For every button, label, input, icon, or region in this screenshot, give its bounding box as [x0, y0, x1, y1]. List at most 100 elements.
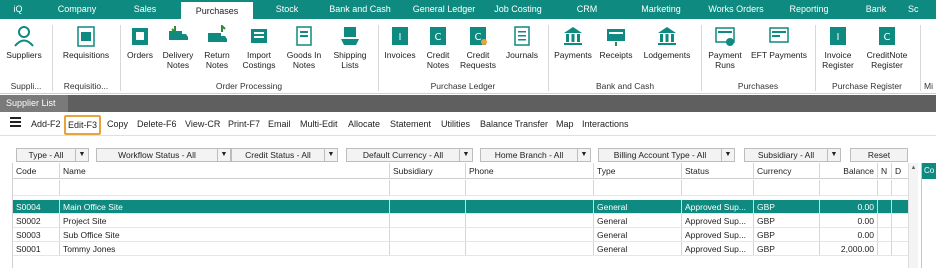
menu-job-costing[interactable]: Job Costing	[486, 0, 550, 19]
column-header-d[interactable]: D	[892, 163, 909, 178]
filter-subsidiary[interactable]: Subsidiary - All ▼	[744, 148, 841, 162]
menu-marketing[interactable]: Marketing	[630, 0, 692, 19]
right-panel-header[interactable]: Co	[922, 163, 936, 179]
credit-requests-button[interactable]: C Credit Requests	[458, 25, 498, 70]
menu-reporting[interactable]: Reporting	[778, 0, 840, 19]
menu-sales[interactable]: Sales	[122, 0, 168, 19]
filter-billing-account-type[interactable]: Billing Account Type - All ▼	[598, 148, 735, 162]
menu-stock[interactable]: Stock	[262, 0, 312, 19]
statement-button[interactable]: Statement	[390, 117, 431, 131]
invoices-button[interactable]: I Invoices	[383, 25, 417, 60]
filter-workflow-status[interactable]: Workflow Status - All ▼	[96, 148, 231, 162]
edit-button[interactable]: Edit-F3	[64, 115, 102, 135]
filter-cell[interactable]	[682, 180, 754, 195]
email-button[interactable]: Email	[268, 117, 291, 131]
cell-flag	[878, 242, 892, 255]
multi-edit-button[interactable]: Multi-Edit	[300, 117, 338, 131]
requisitions-button[interactable]: Requisitions	[58, 25, 114, 60]
chevron-down-icon[interactable]: ▼	[577, 148, 591, 162]
interactions-button[interactable]: Interactions	[582, 117, 629, 131]
shipping-lists-button[interactable]: Shipping Lists	[329, 25, 371, 70]
column-header-currency[interactable]: Currency	[754, 163, 820, 178]
filter-default-currency[interactable]: Default Currency - All ▼	[346, 148, 473, 162]
view-button[interactable]: View-CR	[185, 117, 220, 131]
table-row[interactable]: S0004 Main Office Site General Approved Sup…	[13, 200, 909, 214]
svg-text:C: C	[884, 32, 891, 43]
payment-runs-button[interactable]: Payment Runs	[704, 25, 746, 70]
credit-notes-button[interactable]: C Credit Notes	[420, 25, 456, 70]
copy-button[interactable]: Copy	[107, 117, 128, 131]
menu-iq[interactable]: iQ	[0, 0, 36, 19]
receipts-button[interactable]: Receipts	[596, 25, 636, 60]
menu-crm[interactable]: CRM	[565, 0, 609, 19]
chevron-down-icon[interactable]: ▼	[459, 148, 473, 162]
suppliers-button[interactable]: Suppliers	[4, 25, 44, 60]
balance-transfer-button[interactable]: Balance Transfer	[480, 117, 548, 131]
column-header-phone[interactable]: Phone	[466, 163, 594, 178]
import-costings-button[interactable]: Import Costings	[238, 25, 280, 70]
chevron-down-icon[interactable]: ▼	[217, 148, 231, 162]
journals-button[interactable]: Journals	[502, 25, 542, 60]
tab-label: Supplier List	[6, 98, 56, 108]
menu-more[interactable]: Sc	[908, 0, 936, 19]
menu-general-ledger[interactable]: General Ledger	[406, 0, 482, 19]
table-row[interactable]: S0002 Project Site General Approved Sup... G…	[13, 214, 909, 228]
filter-home-branch[interactable]: Home Branch - All ▼	[480, 148, 591, 162]
cell-flag	[892, 228, 909, 241]
filter-credit-status[interactable]: Credit Status - All ▼	[231, 148, 338, 162]
column-header-subsidiary[interactable]: Subsidiary	[390, 163, 466, 178]
map-button[interactable]: Map	[556, 117, 574, 131]
delivery-notes-button[interactable]: Delivery Notes	[160, 25, 196, 70]
menu-works-orders[interactable]: Works Orders	[700, 0, 772, 19]
column-header-code[interactable]: Code	[13, 163, 60, 178]
chevron-down-icon[interactable]: ▼	[324, 148, 338, 162]
filter-cell[interactable]	[466, 180, 594, 195]
column-header-n[interactable]: N	[878, 163, 892, 178]
scroll-up-icon[interactable]: ▲	[909, 163, 918, 173]
lodgements-button[interactable]: Lodgements	[640, 25, 694, 60]
column-header-name[interactable]: Name	[60, 163, 390, 178]
chevron-down-icon[interactable]: ▼	[721, 148, 735, 162]
utilities-button[interactable]: Utilities	[441, 117, 470, 131]
chevron-down-icon[interactable]: ▼	[75, 148, 89, 162]
filter-type[interactable]: Type - All ▼	[16, 148, 89, 162]
menu-company[interactable]: Company	[50, 0, 104, 19]
filter-cell[interactable]	[390, 180, 466, 195]
cell-phone	[466, 200, 594, 213]
filter-cell[interactable]	[60, 180, 390, 195]
creditnote-register-button[interactable]: C CreditNote Register	[862, 25, 912, 70]
filter-cell[interactable]	[892, 180, 909, 195]
chevron-down-icon[interactable]: ▼	[827, 148, 841, 162]
print-button[interactable]: Print-F7	[228, 117, 260, 131]
vertical-scrollbar[interactable]: ▲	[908, 163, 918, 268]
return-notes-button[interactable]: Return Notes	[199, 23, 235, 70]
table-row[interactable]: S0001 Tommy Jones General Approved Sup... GB…	[13, 242, 909, 256]
column-header-type[interactable]: Type	[594, 163, 682, 178]
menu-purchases[interactable]: Purchases	[181, 0, 253, 19]
reset-button[interactable]: Reset	[850, 148, 908, 162]
goods-in-notes-button[interactable]: Goods In Notes	[283, 25, 325, 70]
ribbon-separator	[548, 25, 549, 91]
menu-bank-and-cash[interactable]: Bank and Cash	[322, 0, 398, 19]
filter-cell[interactable]	[594, 180, 682, 195]
payments-button[interactable]: Payments	[553, 25, 593, 60]
column-header-balance[interactable]: Balance	[820, 163, 878, 178]
filter-cell[interactable]	[878, 180, 892, 195]
orders-button[interactable]: Orders	[124, 25, 156, 60]
hamburger-menu-icon[interactable]	[10, 116, 21, 131]
filter-cell[interactable]	[13, 180, 60, 195]
invoice-register-button[interactable]: I Invoice Register	[818, 25, 858, 70]
grid-filter-row[interactable]	[13, 180, 909, 196]
allocate-button[interactable]: Allocate	[348, 117, 380, 131]
cell-type: General	[594, 228, 682, 241]
column-header-status[interactable]: Status	[682, 163, 754, 178]
add-button[interactable]: Add-F2	[31, 117, 61, 131]
table-row[interactable]: S0003 Sub Office Site General Approved Sup.…	[13, 228, 909, 242]
tab-supplier-list[interactable]: Supplier List ✕	[0, 95, 68, 125]
eft-payments-button[interactable]: EFT Payments	[750, 25, 808, 60]
menu-bank[interactable]: Bank	[856, 0, 896, 19]
filter-cell[interactable]	[754, 180, 820, 195]
invoice-register-label: Invoice Register	[822, 50, 854, 70]
filter-cell[interactable]	[820, 180, 878, 195]
delete-button[interactable]: Delete-F6	[137, 117, 177, 131]
